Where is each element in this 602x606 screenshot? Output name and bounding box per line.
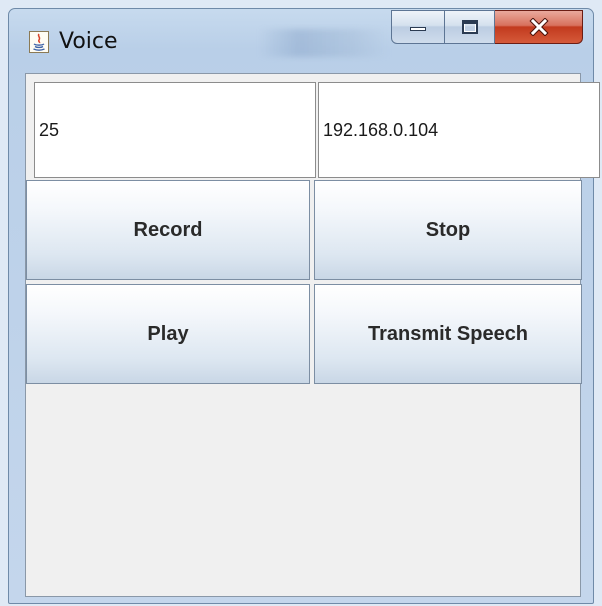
port-field[interactable]: 25 [34,82,316,178]
close-button[interactable] [495,10,583,44]
minimize-icon [410,27,426,31]
minimize-button[interactable] [391,10,445,44]
title-bar[interactable]: Voice [9,9,593,73]
maximize-button[interactable] [445,10,495,44]
voice-window: Voice 25 192.168.0.104 Record Stop Play … [8,8,600,604]
record-button[interactable]: Record [26,180,310,280]
maximize-icon [461,20,478,34]
content-pane: 25 192.168.0.104 Record Stop Play Transm… [25,73,600,597]
window-controls [391,10,583,44]
window-title: Voice [59,29,118,54]
ip-address-field[interactable]: 192.168.0.104 [318,82,600,178]
play-button[interactable]: Play [26,284,310,384]
transmit-speech-button[interactable]: Transmit Speech [314,284,582,384]
blurred-background [259,29,389,57]
java-app-icon[interactable] [29,31,49,53]
stop-button[interactable]: Stop [314,180,582,280]
close-icon [528,18,549,36]
